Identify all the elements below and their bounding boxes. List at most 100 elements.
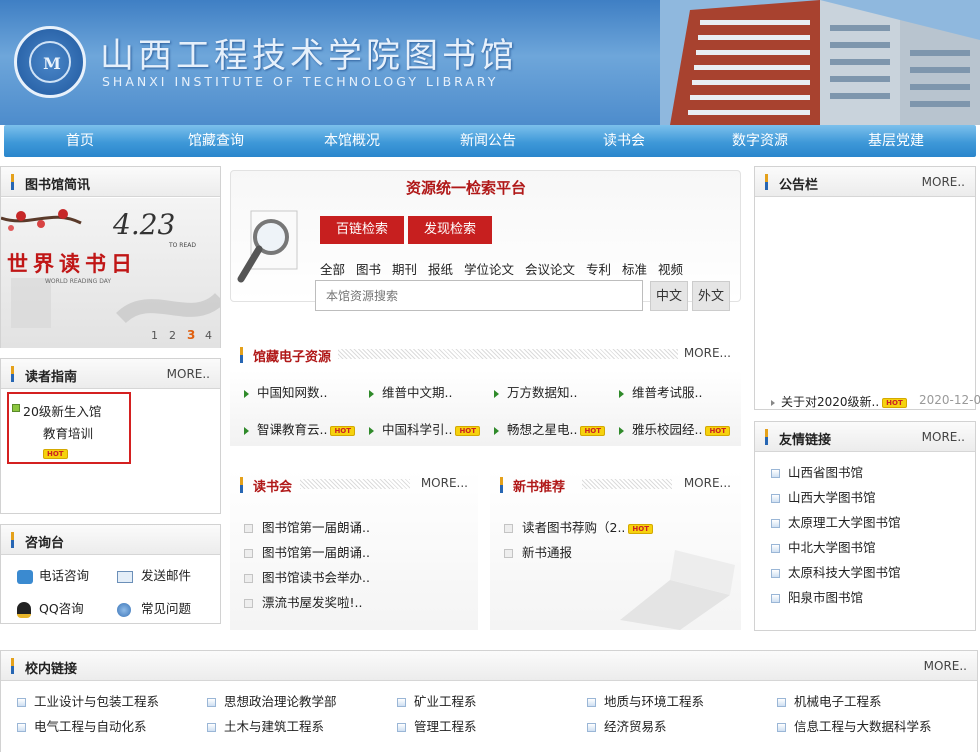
friend-links-more-link[interactable]: MORE.. (922, 430, 965, 444)
campus-links-panel: 校内链接 MORE.. 工业设计与包装工程系 思想政治理论教学部 矿业工程系 地… (0, 650, 978, 752)
qq-penguin-icon (17, 601, 31, 618)
category-newspapers[interactable]: 报纸 (428, 262, 453, 277)
school-logo[interactable]: M (14, 26, 86, 98)
link-icon (587, 698, 596, 707)
guide-panel-title: 读者指南 (25, 370, 78, 385)
nav-about[interactable]: 本馆概况 (284, 125, 420, 157)
nav-digital-resources[interactable]: 数字资源 (692, 125, 828, 157)
eres-item-cnki[interactable]: 中国知网数.. (244, 382, 327, 401)
reading-club-item-1[interactable]: 图书馆第一届朗诵.. (244, 517, 370, 536)
notice-panel: 公告栏 MORE.. 关于对2020级新.. HOT 2020-12-0 (754, 166, 980, 410)
pager-3-active[interactable]: 3 (187, 328, 195, 342)
hot-badge: HOT (882, 397, 907, 408)
new-books-more-link[interactable]: MORE... (684, 476, 731, 490)
link-label: 中北大学图书馆 (788, 540, 876, 555)
category-video[interactable]: 视频 (658, 262, 683, 277)
friend-link-3[interactable]: 太原理工大学图书馆 (771, 512, 901, 531)
consult-faq-label: 常见问题 (141, 601, 192, 616)
friend-link-4[interactable]: 中北大学图书馆 (771, 537, 876, 556)
consult-phone[interactable]: 电话咨询 (17, 565, 89, 584)
eres-item-wanfang[interactable]: 万方数据知.. (494, 382, 577, 401)
news-panel: 图书馆简讯 4.23 TO READ 世界读书日 WORLD READING D… (0, 166, 221, 348)
notice-date: 2020-12-0 (919, 393, 980, 407)
new-books-item-bulletin[interactable]: 新书通报 (504, 542, 572, 561)
eres-item-yale[interactable]: 雅乐校园经.. HOT (619, 419, 731, 438)
reading-club-item-3[interactable]: 图书馆读书会举办.. (244, 567, 370, 586)
news-banner[interactable]: 4.23 TO READ 世界读书日 WORLD READING DAY 1 2… (1, 198, 220, 348)
nav-collection-search[interactable]: 馆藏查询 (148, 125, 284, 157)
notice-more-link[interactable]: MORE.. (922, 175, 965, 189)
eres-more-link[interactable]: MORE... (684, 346, 731, 360)
consult-qq[interactable]: QQ咨询 (17, 598, 84, 618)
eres-item-label: 中国科学引.. (382, 422, 453, 437)
category-journals[interactable]: 期刊 (392, 262, 417, 277)
friend-link-2[interactable]: 山西大学图书馆 (771, 487, 876, 506)
bullet-icon (12, 404, 20, 412)
campus-link-6[interactable]: 电气工程与自动化系 (17, 716, 147, 735)
campus-link-1[interactable]: 工业设计与包装工程系 (17, 691, 159, 710)
campus-link-4[interactable]: 地质与环境工程系 (587, 691, 704, 710)
pager-2[interactable]: 2 (169, 329, 176, 342)
eres-item-zhike[interactable]: 智课教育云.. HOT (244, 419, 356, 438)
nav-party-building[interactable]: 基层党建 (828, 125, 964, 157)
consult-faq[interactable]: 常见问题 (117, 598, 191, 617)
link-icon (397, 723, 406, 732)
reading-club-item-4[interactable]: 漂流书屋发奖啦!.. (244, 592, 362, 611)
guide-panel-header: 读者指南 MORE.. (1, 359, 220, 389)
search-foreign-button[interactable]: 外文 (692, 281, 730, 311)
guide-more-link[interactable]: MORE.. (167, 367, 210, 381)
nav-home[interactable]: 首页 (12, 125, 148, 157)
arrow-icon (369, 389, 374, 398)
category-books[interactable]: 图书 (356, 262, 381, 277)
friend-link-1[interactable]: 山西省图书馆 (771, 462, 863, 481)
bailian-search-button[interactable]: 百链检索 (320, 216, 404, 244)
pager-1[interactable]: 1 (151, 329, 158, 342)
category-all[interactable]: 全部 (320, 262, 345, 277)
eres-title: 馆藏电子资源 (253, 350, 332, 365)
new-books-title: 新书推荐 (513, 480, 566, 495)
new-books-item-recommend[interactable]: 读者图书荐购（2.. HOT (504, 517, 653, 536)
guide-item-training[interactable]: 教育培训 (43, 423, 93, 442)
eres-item-vip-exam[interactable]: 维普考试服.. (619, 382, 702, 401)
search-input[interactable] (315, 280, 643, 311)
consult-qq-label: QQ咨询 (39, 601, 84, 616)
notice-item[interactable]: 关于对2020级新.. HOT (771, 393, 907, 410)
reading-club-title: 读书会 (253, 480, 293, 495)
campus-link-9[interactable]: 经济贸易系 (587, 716, 667, 735)
title-bar-icon (11, 366, 14, 382)
reading-club-more-link[interactable]: MORE... (421, 476, 468, 490)
campus-link-2[interactable]: 思想政治理论教学部 (207, 691, 337, 710)
category-conference[interactable]: 会议论文 (525, 262, 575, 277)
bullet-icon (504, 524, 513, 533)
category-standards[interactable]: 标准 (622, 262, 647, 277)
friend-links-panel: 友情链接 MORE.. 山西省图书馆 山西大学图书馆 太原理工大学图书馆 中北大… (754, 421, 976, 631)
eres-item-vip-journals[interactable]: 维普中文期.. (369, 382, 452, 401)
eres-item-cscd[interactable]: 中国科学引.. HOT (369, 419, 481, 438)
guide-item-freshman[interactable]: 20级新生入馆 (12, 401, 102, 420)
notice-panel-title: 公告栏 (779, 178, 819, 193)
campus-link-5[interactable]: 机械电子工程系 (777, 691, 882, 710)
hot-badge: HOT (580, 425, 606, 436)
campus-link-7[interactable]: 土木与建筑工程系 (207, 716, 324, 735)
campus-link-8[interactable]: 管理工程系 (397, 716, 477, 735)
category-theses[interactable]: 学位论文 (464, 262, 514, 277)
link-icon (771, 544, 780, 553)
eres-item-changxiang[interactable]: 畅想之星电.. HOT (494, 419, 606, 438)
guide-item-label: 20级新生入馆 (23, 404, 102, 419)
telephone-icon (17, 569, 33, 584)
reading-club-item-2[interactable]: 图书馆第一届朗诵.. (244, 542, 370, 561)
campus-link-3[interactable]: 矿业工程系 (397, 691, 477, 710)
discovery-search-button[interactable]: 发现检索 (408, 216, 492, 244)
campus-links-more-link[interactable]: MORE.. (924, 659, 967, 673)
campus-link-10[interactable]: 信息工程与大数据科学系 (777, 716, 932, 735)
friend-link-6[interactable]: 阳泉市图书馆 (771, 587, 863, 606)
search-chinese-button[interactable]: 中文 (650, 281, 688, 311)
nav-news[interactable]: 新闻公告 (420, 125, 556, 157)
arrow-icon (244, 426, 249, 435)
consult-email[interactable]: 发送邮件 (117, 565, 191, 584)
friend-link-5[interactable]: 太原科技大学图书馆 (771, 562, 901, 581)
category-patents[interactable]: 专利 (586, 262, 611, 277)
pager-4[interactable]: 4 (205, 329, 212, 342)
link-icon (777, 723, 786, 732)
nav-reading-club[interactable]: 读书会 (556, 125, 692, 157)
